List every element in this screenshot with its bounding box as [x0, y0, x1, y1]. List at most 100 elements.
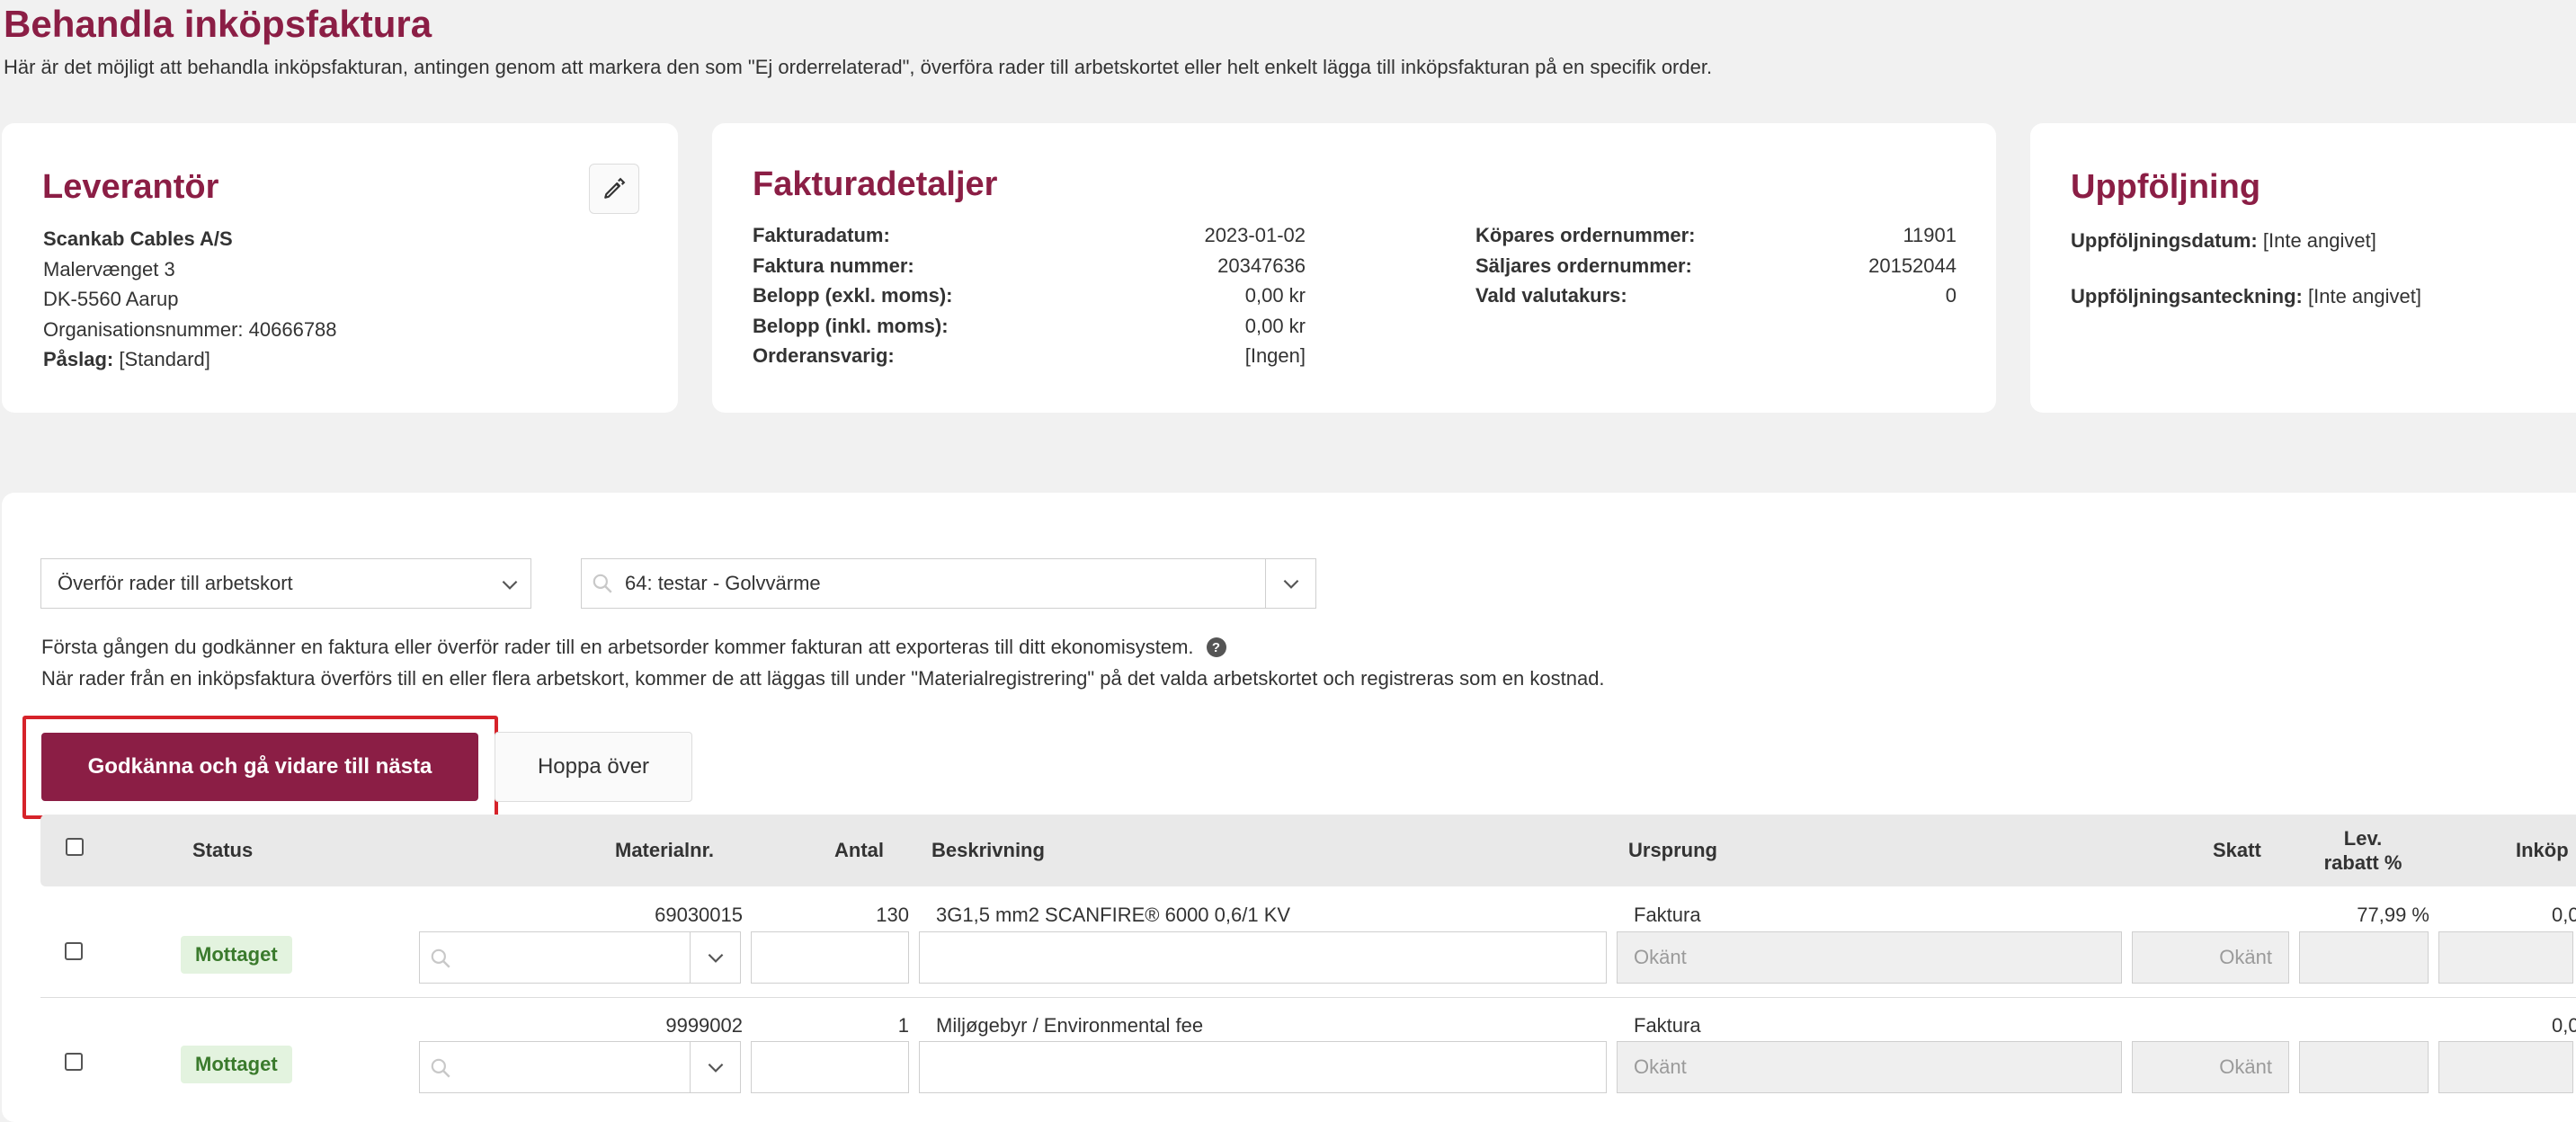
detail-value: 20347636 — [1217, 254, 1306, 277]
workcard-dropdown-button[interactable] — [1265, 559, 1315, 608]
workcard-search[interactable]: 64: testar - Golvvärme — [581, 558, 1316, 609]
approve-next-button[interactable]: Godkänna och gå vidare till nästa — [41, 733, 478, 801]
description-input[interactable] — [919, 1041, 1607, 1093]
material-search[interactable] — [419, 1041, 741, 1093]
detail-label: Faktura nummer: — [753, 254, 914, 277]
followup-date-value: [Inte angivet] — [2262, 229, 2376, 252]
skip-button[interactable]: Hoppa över — [495, 732, 692, 802]
detail-row: Vald valutakurs: 0 — [1475, 280, 1957, 311]
detail-row: Fakturadatum: 2023-01-02 — [753, 220, 1306, 251]
markup-label: Påslag: — [43, 348, 114, 370]
detail-label: Fakturadatum: — [753, 224, 890, 246]
followup-note-value: [Inte angivet] — [2308, 285, 2421, 307]
action-select-value: Överför rader till arbetskort — [58, 572, 293, 594]
supplier-name: Scankab Cables A/S — [43, 227, 233, 250]
invoice-details-right: Köpares ordernummer: 11901 Säljares order… — [1475, 220, 1957, 311]
export-info-text: Första gången du godkänner en faktura el… — [41, 636, 1194, 658]
chevron-down-icon — [1283, 579, 1298, 589]
transfer-info-text: När rader från en inköpsfaktura överförs… — [41, 667, 1605, 690]
origin-value: Faktura — [1634, 904, 1701, 926]
quantity-input[interactable] — [751, 931, 909, 984]
col-quantity: Antal — [834, 839, 884, 861]
row-divider — [40, 997, 2576, 998]
followup-date-label: Uppföljningsdatum: — [2071, 229, 2258, 252]
chevron-down-icon — [502, 580, 518, 590]
row-checkbox[interactable] — [65, 942, 83, 960]
invoice-details-card: Fakturadetaljer Fakturadatum: 2023-01-02 … — [712, 123, 1996, 413]
detail-value: 20152044 — [1868, 254, 1957, 277]
workcard-search-input[interactable]: 64: testar - Golvvärme — [582, 559, 1267, 608]
col-discount-line1: Lev. — [2343, 827, 2383, 850]
detail-label: Säljares ordernummer: — [1475, 254, 1692, 277]
origin-value: Faktura — [1634, 1014, 1701, 1037]
detail-value: 2023-01-02 — [1204, 224, 1306, 246]
select-all-checkbox[interactable] — [66, 838, 84, 856]
discount-input[interactable] — [2299, 931, 2429, 984]
chevron-down-icon — [708, 953, 723, 963]
edit-supplier-button[interactable] — [589, 164, 639, 214]
invoice-details-left: Fakturadatum: 2023-01-02 Faktura nummer: 2… — [753, 220, 1306, 371]
help-icon[interactable]: ? — [1206, 637, 1226, 657]
followup-title: Uppföljning — [2071, 168, 2261, 206]
col-discount: Lev. rabatt % — [2313, 826, 2412, 875]
origin-input[interactable]: Okänt — [1617, 1041, 2122, 1093]
invoice-details-title: Fakturadetaljer — [753, 165, 998, 203]
supplier-markup: Påslag: [Standard] — [43, 344, 337, 375]
pencil-icon — [604, 177, 626, 199]
workcard-search-value: 64: testar - Golvvärme — [625, 572, 821, 594]
supplier-title: Leverantör — [42, 168, 219, 206]
detail-value: 0,00 kr — [1244, 284, 1306, 307]
detail-label: Belopp (inkl. moms): — [753, 314, 949, 337]
supplier-postal-line: DK-5560 Aarup — [43, 288, 179, 310]
detail-value: 0 — [1945, 284, 1957, 307]
description-value: Miljøgebyr / Environmental fee — [936, 1014, 1204, 1037]
supplier-card: Leverantör Scankab Cables A/S Malervænge… — [2, 123, 678, 413]
material-search[interactable] — [419, 931, 741, 984]
markup-value: [Standard] — [119, 348, 210, 370]
detail-value: 11901 — [1903, 224, 1957, 246]
detail-row: Belopp (inkl. moms): 0,00 kr — [753, 311, 1306, 342]
tax-input[interactable]: Okänt — [2132, 1041, 2289, 1093]
detail-row: Orderansvarig: [Ingen] — [753, 341, 1306, 371]
export-info: Första gången du godkänner en faktura el… — [41, 636, 1226, 659]
origin-input[interactable]: Okänt — [1617, 931, 2122, 984]
detail-label: Vald valutakurs: — [1475, 284, 1627, 307]
detail-row: Köpares ordernummer: 11901 — [1475, 220, 1957, 251]
supplier-org-number: Organisationsnummer: 40666788 — [43, 317, 337, 341]
detail-row: Faktura nummer: 20347636 — [753, 251, 1306, 281]
chevron-down-icon — [708, 1063, 723, 1073]
col-origin: Ursprung — [1628, 839, 1717, 861]
col-discount-line2: rabatt % — [2323, 851, 2402, 874]
quantity-value: 130 — [876, 904, 909, 926]
description-value: 3G1,5 mm2 SCANFIRE® 6000 0,6/1 KV — [936, 904, 1291, 926]
transfer-info: När rader från en inköpsfaktura överförs… — [41, 667, 1605, 690]
discount-input[interactable] — [2299, 1041, 2429, 1093]
description-input[interactable] — [919, 931, 1607, 984]
quantity-input[interactable] — [751, 1041, 909, 1093]
material-number: 9999002 — [665, 1014, 743, 1037]
purchase-input[interactable] — [2438, 931, 2573, 984]
detail-row: Belopp (exkl. moms): 0,00 kr — [753, 280, 1306, 311]
col-purchase: Inköp — [2516, 839, 2569, 861]
status-badge: Mottaget — [181, 936, 292, 974]
detail-value: [Ingen] — [1244, 344, 1306, 367]
detail-label: Belopp (exkl. moms): — [753, 284, 953, 307]
purchase-input[interactable] — [2438, 1041, 2573, 1093]
detail-value: 0,00 kr — [1244, 314, 1306, 337]
followup-note-label: Uppföljningsanteckning: — [2071, 285, 2303, 307]
row-checkbox[interactable] — [65, 1053, 83, 1071]
search-icon — [593, 574, 612, 593]
purchase-value: 0,0 — [2552, 904, 2576, 926]
followup-note: Uppföljningsanteckning: [Inte angivet] — [2071, 285, 2421, 308]
material-dropdown-button[interactable] — [690, 1042, 740, 1092]
supplier-address-line: Malervænget 3 — [43, 257, 175, 280]
material-dropdown-button[interactable] — [690, 932, 740, 983]
followup-card: Uppföljning Uppföljningsdatum: [Inte ang… — [2030, 123, 2576, 413]
supplier-info: Scankab Cables A/S Malervænget 3 DK-5560… — [43, 224, 337, 375]
status-badge: Mottaget — [181, 1046, 292, 1083]
detail-label: Köpares ordernummer: — [1475, 224, 1696, 246]
action-select[interactable]: Överför rader till arbetskort — [40, 558, 531, 609]
col-material: Materialnr. — [615, 839, 715, 861]
tax-input[interactable]: Okänt — [2132, 931, 2289, 984]
col-tax: Skatt — [2213, 839, 2261, 861]
